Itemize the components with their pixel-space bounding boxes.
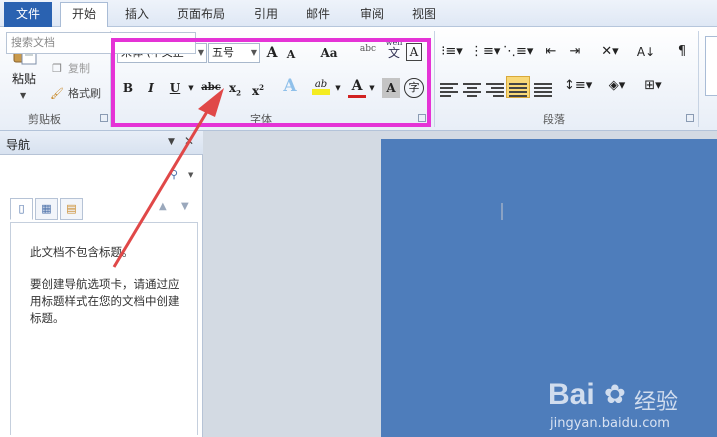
watermark-brand: Bai — [548, 378, 595, 411]
watermark-brand2: 经验 — [634, 390, 679, 415]
watermark-url: jingyan.baidu.com — [550, 416, 670, 431]
paw-icon: ✿ — [604, 380, 626, 410]
baidu-watermark: Bai ✿ 经验 jingyan.baidu.com — [548, 378, 716, 434]
annotation-arrow — [112, 88, 224, 268]
